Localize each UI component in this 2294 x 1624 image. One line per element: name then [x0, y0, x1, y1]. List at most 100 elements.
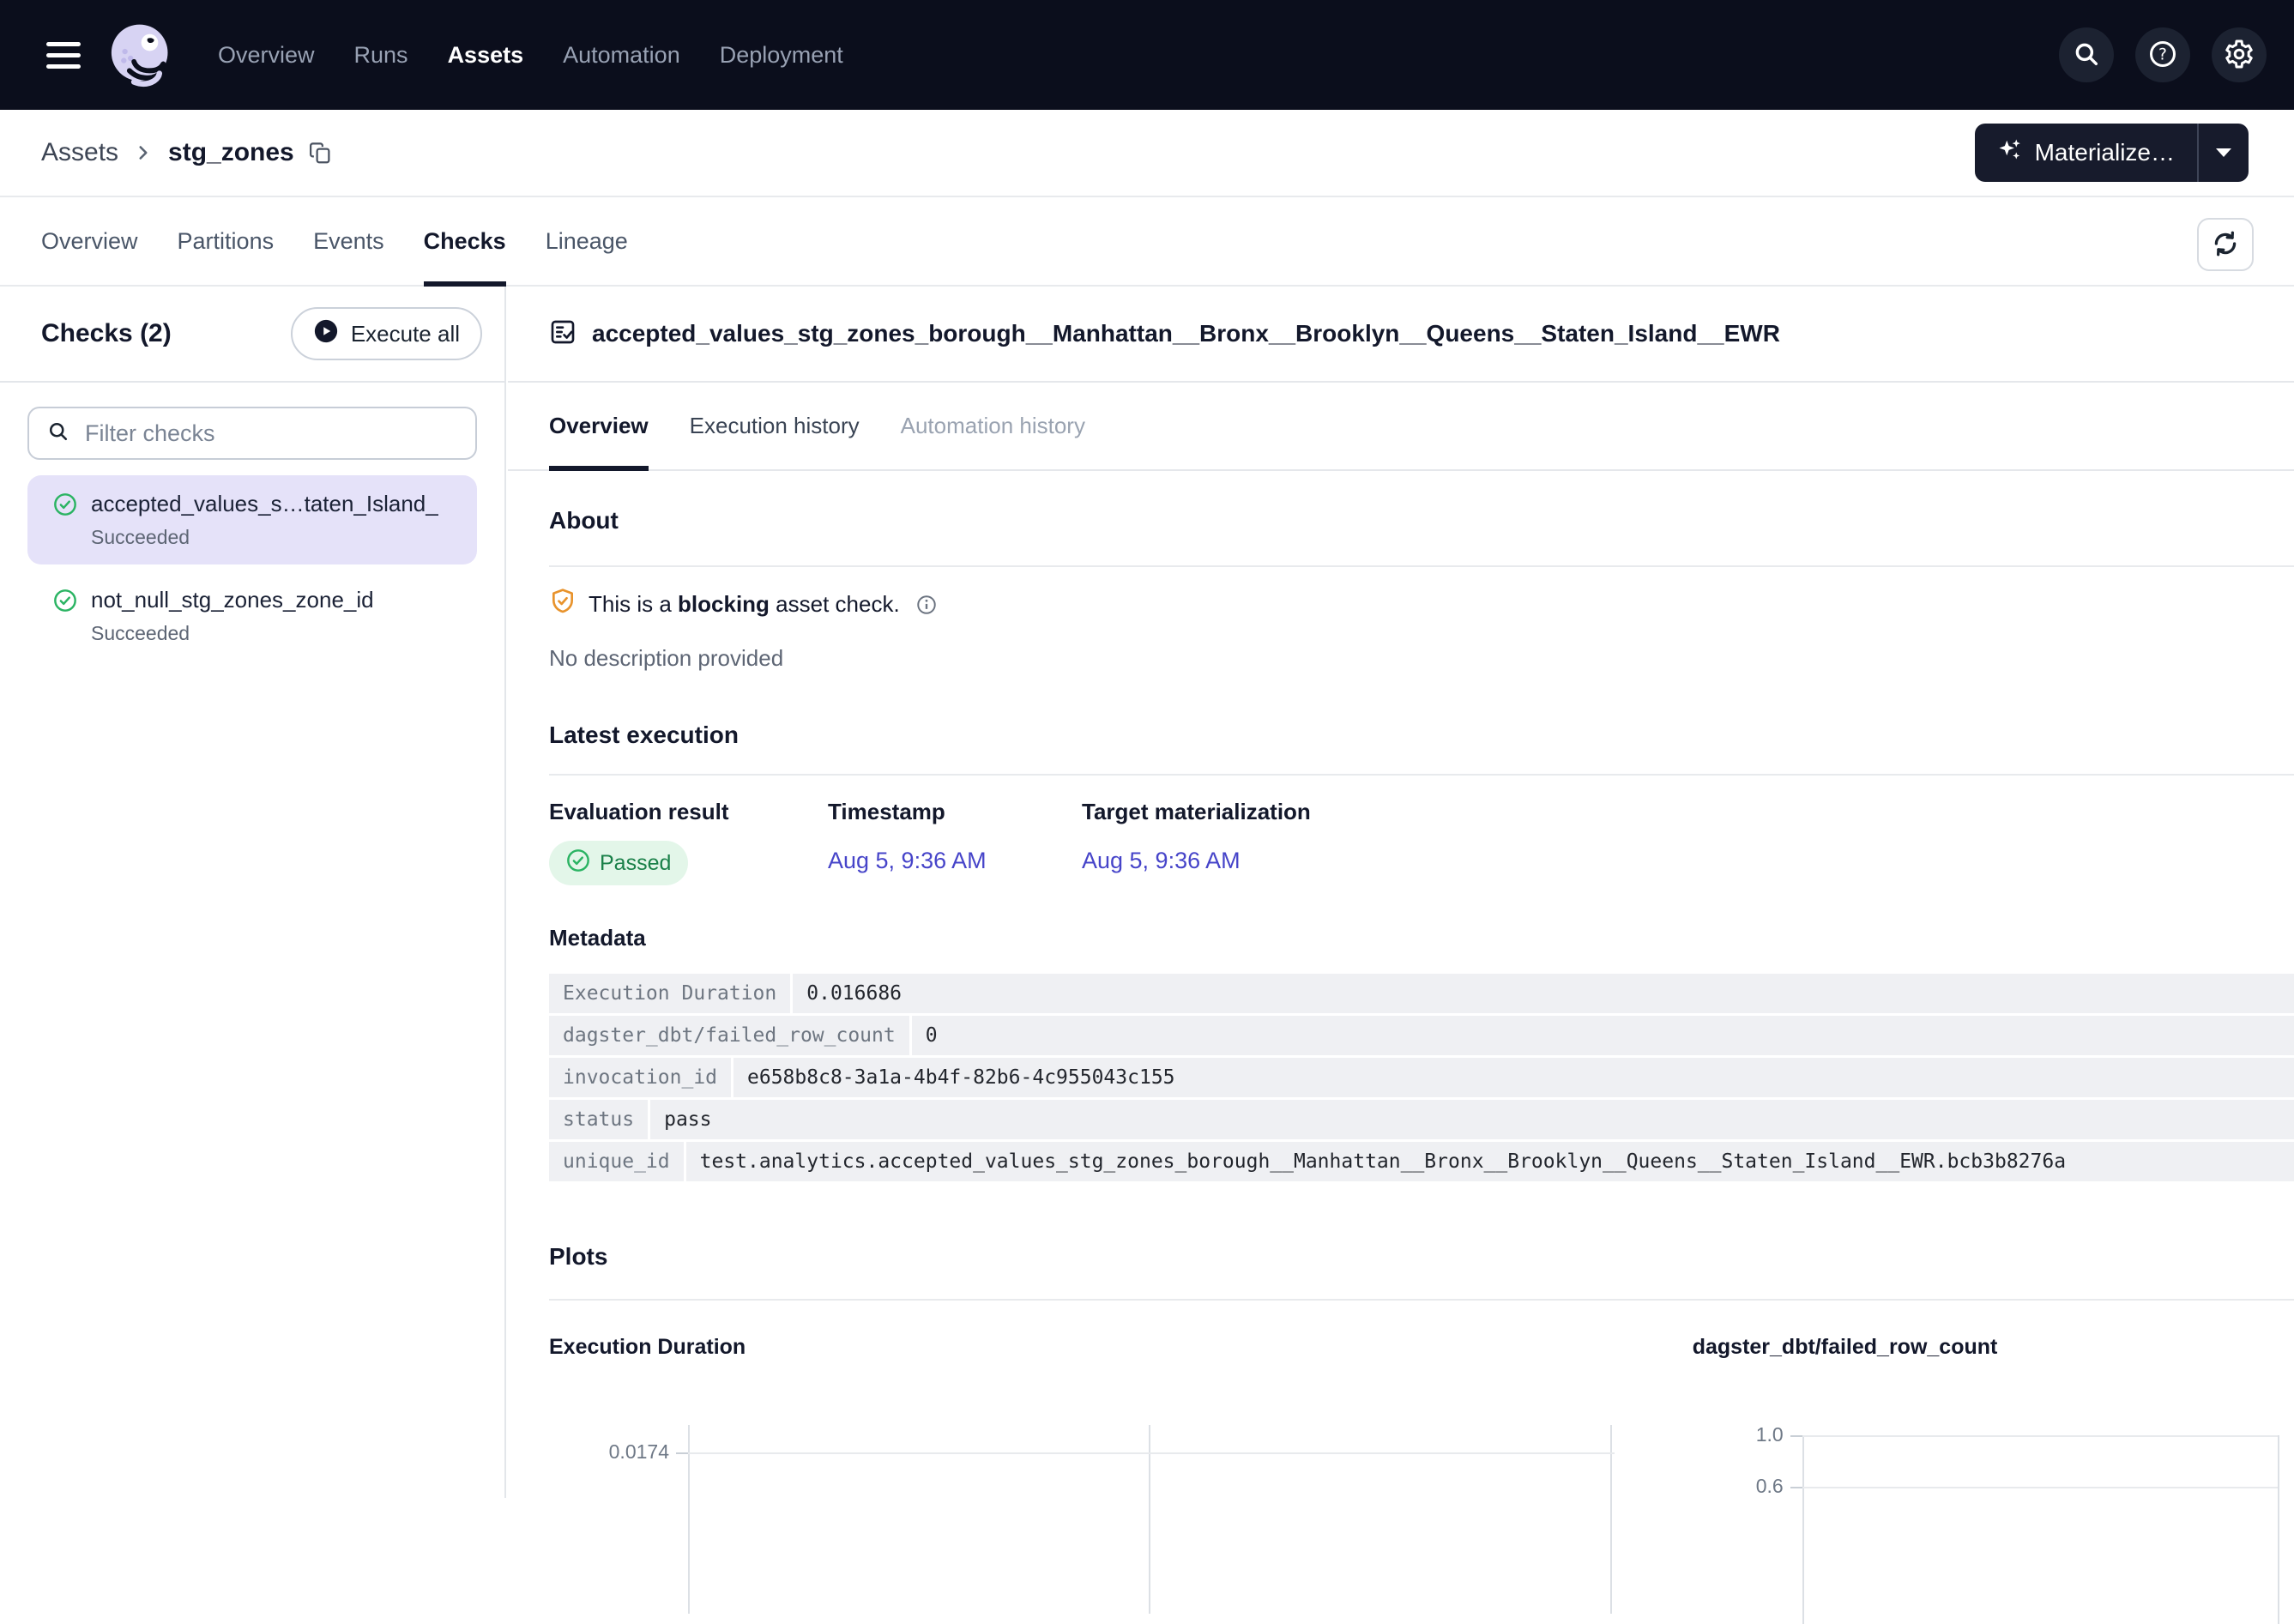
metadata-key: dagster_dbt/failed_row_count [549, 1016, 912, 1055]
nav-item-overview[interactable]: Overview [218, 42, 315, 69]
check-status: Succeeded [91, 526, 438, 549]
asset-check-icon [549, 318, 577, 350]
check-list-item-not-null[interactable]: not_null_stg_zones_zone_id Succeeded [27, 571, 477, 661]
sparkle-icon [1997, 137, 2023, 169]
info-icon[interactable] [915, 594, 938, 616]
refresh-button[interactable] [2197, 218, 2254, 271]
divider [549, 565, 2294, 567]
copy-icon[interactable] [308, 140, 334, 166]
search-button[interactable] [2059, 27, 2114, 82]
check-detail-tab-bar: Overview Execution history Automation hi… [508, 383, 2294, 471]
column-header-timestamp: Timestamp [828, 799, 1082, 825]
metadata-value: test.analytics.accepted_values_stg_zones… [686, 1142, 2080, 1181]
chart-failed-row-count: dagster_dbt/failed_row_count 1.0 0.6 [1693, 1335, 2294, 1624]
refresh-icon [2211, 229, 2240, 261]
metadata-key: unique_id [549, 1142, 686, 1181]
dagster-logo[interactable] [105, 19, 177, 91]
check-circle-icon [53, 492, 77, 516]
breadcrumb-assets-link[interactable]: Assets [41, 138, 118, 167]
metadata-key: invocation_id [549, 1058, 733, 1097]
check-status: Succeeded [91, 622, 374, 645]
latest-execution-heading: Latest execution [549, 721, 2294, 749]
y-tick-label: 0.0174 [549, 1440, 669, 1464]
column-header-target-materialization: Target materialization [1082, 799, 1311, 825]
y-tick-mark [1790, 1487, 1802, 1488]
divider [549, 1299, 2294, 1301]
filter-checks-field [27, 407, 477, 460]
execute-all-label: Execute all [351, 321, 460, 347]
svg-text:?: ? [2158, 45, 2167, 63]
filter-checks-input[interactable] [83, 420, 458, 448]
materialize-dropdown-button[interactable] [2199, 124, 2249, 182]
divider [549, 774, 2294, 776]
tab-check-overview[interactable]: Overview [549, 383, 649, 469]
y-axis-line [1802, 1435, 1804, 1624]
shield-check-icon [549, 588, 577, 621]
settings-button[interactable] [2212, 27, 2267, 82]
check-name: accepted_values_s…taten_Island_ [91, 491, 438, 517]
chart-title: dagster_dbt/failed_row_count [1693, 1335, 2294, 1360]
tab-events[interactable]: Events [313, 197, 384, 285]
materialize-split-button: Materialize… [1975, 124, 2249, 182]
plot-area: 1.0 0.6 [1693, 1435, 2294, 1624]
plots-body: Execution Duration 0.0174 dagster_dbt/fa… [549, 1335, 2294, 1624]
checks-sidebar: Checks (2) Execute all [0, 287, 506, 1498]
metadata-row: status pass [549, 1100, 2294, 1139]
passed-label: Passed [600, 851, 671, 876]
checks-count-title: Checks (2) [41, 319, 172, 348]
tab-lineage[interactable]: Lineage [546, 197, 628, 285]
gridline-vertical [2278, 1435, 2279, 1624]
help-button[interactable]: ? [2135, 27, 2190, 82]
no-description-text: No description provided [549, 645, 2294, 672]
metadata-heading: Metadata [549, 925, 2294, 951]
search-icon [46, 420, 70, 448]
nav-item-assets[interactable]: Assets [448, 42, 524, 69]
menu-icon[interactable] [46, 42, 81, 69]
blocking-text: This is a blocking asset check. [589, 591, 900, 618]
tab-overview[interactable]: Overview [41, 197, 138, 285]
chevron-right-icon [132, 142, 154, 164]
tab-checks[interactable]: Checks [424, 197, 506, 285]
latest-execution-body: Evaluation result Passed Timestamp Aug 5… [549, 799, 2294, 1271]
check-circle-icon [53, 589, 77, 613]
metadata-value: 0.016686 [793, 974, 915, 1013]
nav-item-deployment[interactable]: Deployment [720, 42, 843, 69]
check-name: not_null_stg_zones_zone_id [91, 587, 374, 613]
nav-item-automation[interactable]: Automation [563, 42, 680, 69]
breadcrumb: Assets stg_zones Materialize… [0, 110, 2294, 196]
check-list-item-accepted-values[interactable]: accepted_values_s…taten_Island_ Succeede… [27, 475, 477, 564]
gridline-horizontal [688, 1452, 1615, 1454]
execute-all-button[interactable]: Execute all [291, 307, 482, 360]
plot-area: 0.0174 [549, 1425, 1614, 1614]
help-icon: ? [2147, 39, 2178, 72]
materialize-button[interactable]: Materialize… [1975, 124, 2197, 182]
tab-partitions[interactable]: Partitions [178, 197, 275, 285]
gridline-horizontal [1802, 1487, 2278, 1488]
gridline-horizontal [1802, 1435, 2278, 1437]
asset-tab-bar: Overview Partitions Events Checks Lineag… [0, 196, 2294, 287]
checks-list: accepted_values_s…taten_Island_ Succeede… [0, 383, 504, 661]
check-circle-icon [566, 848, 590, 878]
target-materialization-link[interactable]: Aug 5, 9:36 AM [1082, 848, 1241, 874]
timestamp-link[interactable]: Aug 5, 9:36 AM [828, 848, 987, 874]
check-detail-header: accepted_values_stg_zones_borough__Manha… [508, 287, 2294, 383]
status-badge-passed: Passed [549, 841, 688, 885]
chart-title: Execution Duration [549, 1335, 1614, 1360]
nav-item-runs[interactable]: Runs [354, 42, 408, 69]
metadata-row: invocation_id e658b8c8-3a1a-4b4f-82b6-4c… [549, 1058, 2294, 1097]
tab-automation-history[interactable]: Automation history [901, 383, 1085, 469]
tab-execution-history[interactable]: Execution history [690, 383, 860, 469]
play-circle-icon [313, 318, 339, 350]
metadata-key: Execution Duration [549, 974, 793, 1013]
about-heading: About [549, 507, 2294, 534]
check-title: accepted_values_stg_zones_borough__Manha… [592, 320, 1780, 347]
gear-icon [2224, 39, 2255, 72]
metadata-key: status [549, 1100, 650, 1139]
caret-down-icon [2216, 148, 2231, 157]
metadata-value: pass [650, 1100, 725, 1139]
page-title: stg_zones [168, 138, 294, 167]
checks-sidebar-header: Checks (2) Execute all [0, 287, 504, 383]
y-tick-mark [1790, 1435, 1802, 1437]
check-detail-pane: accepted_values_stg_zones_borough__Manha… [508, 287, 2294, 1498]
y-tick-label: 1.0 [1693, 1423, 1784, 1446]
